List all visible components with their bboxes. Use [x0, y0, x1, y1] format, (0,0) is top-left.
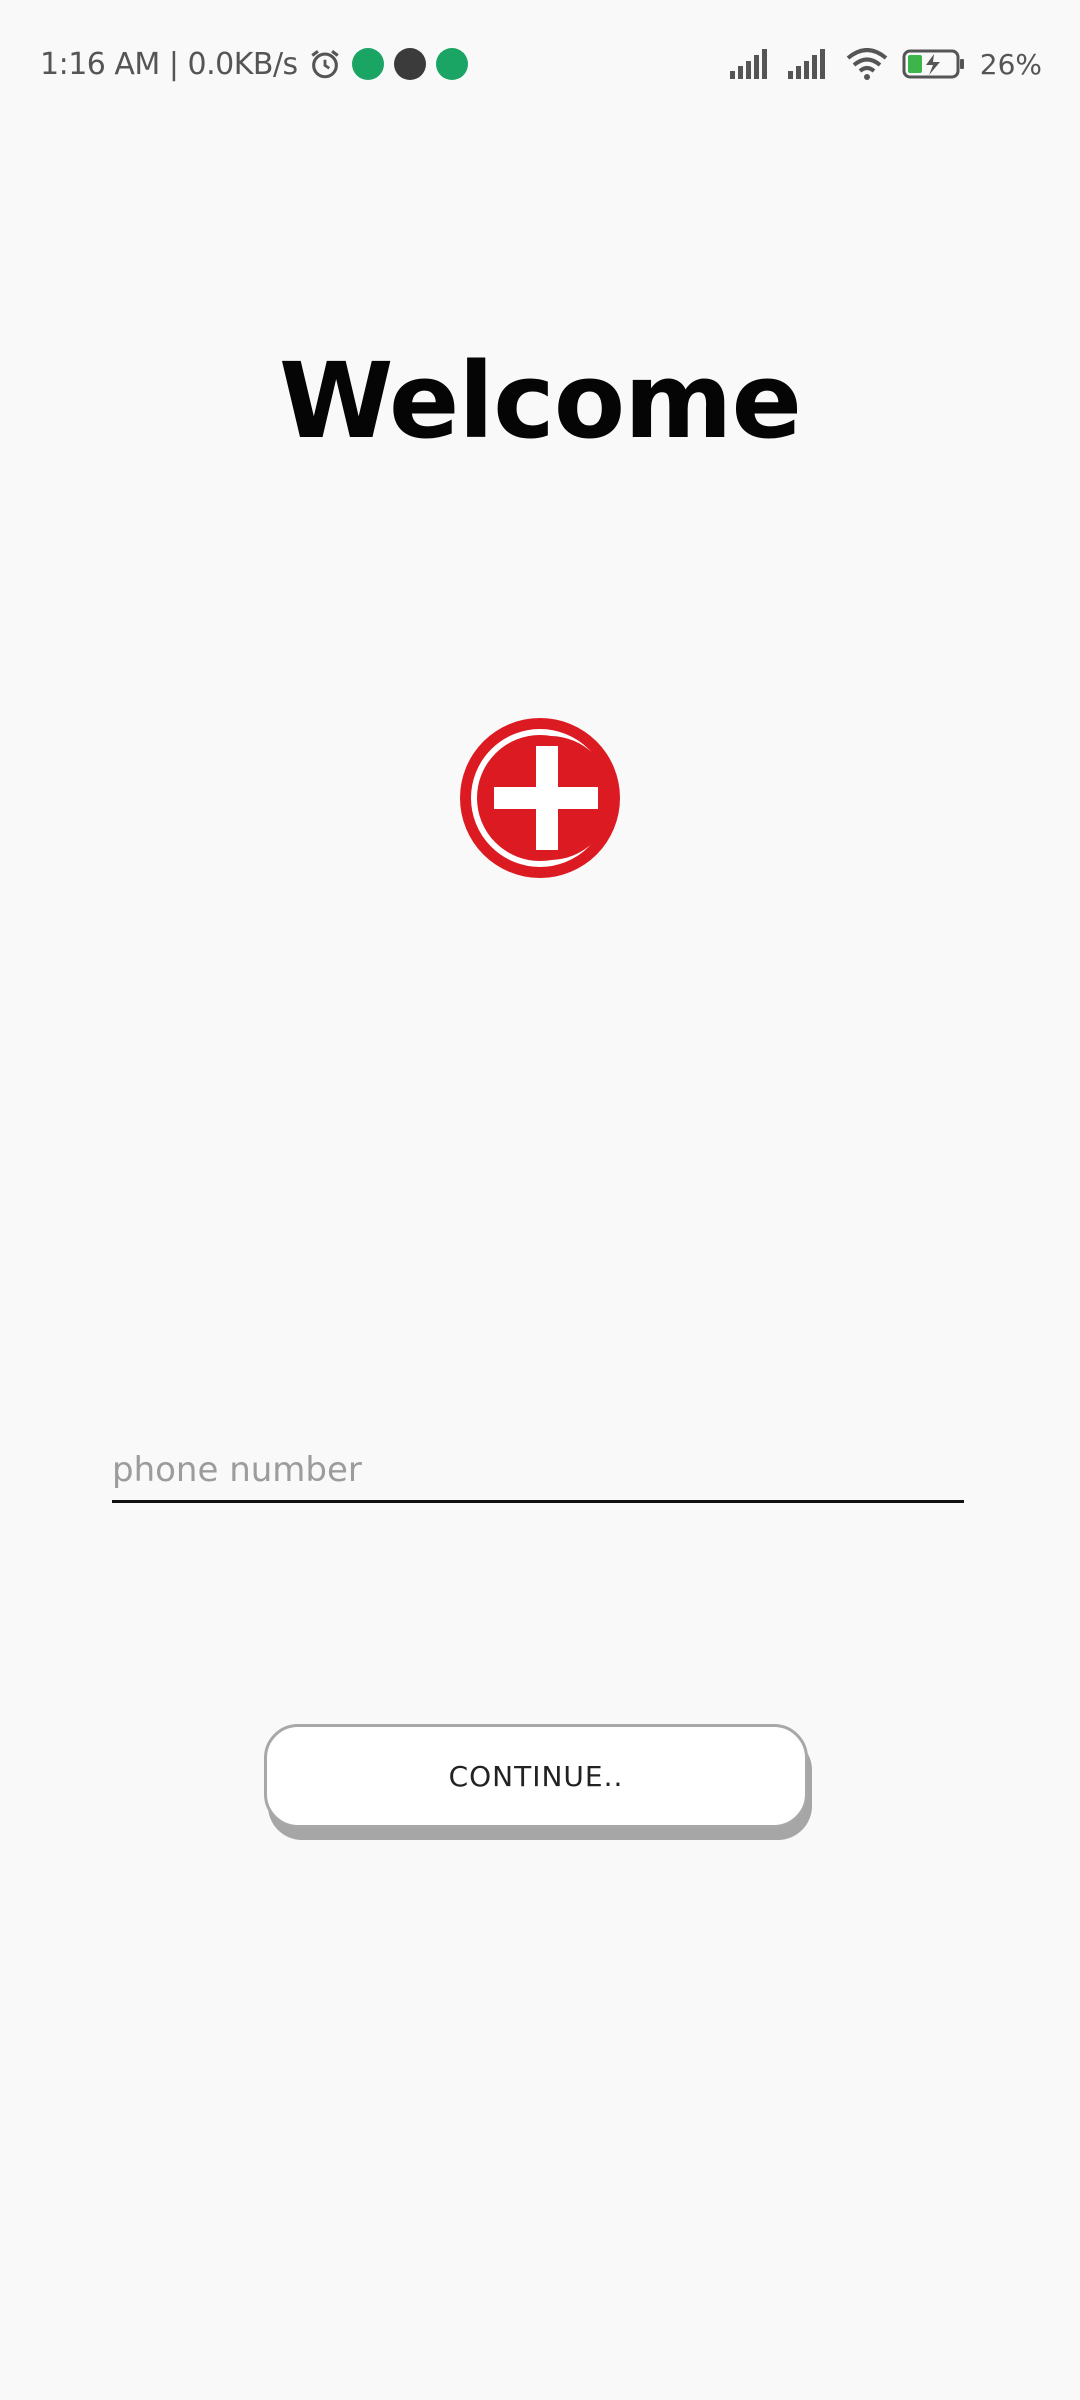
battery-icon — [902, 48, 966, 80]
avatar-notification-icon — [393, 48, 426, 80]
status-time-and-speed: 1:16 AM | 0.0KB/s — [40, 46, 298, 82]
status-right: 26% — [729, 42, 1042, 86]
phone-number-input[interactable] — [112, 1440, 964, 1503]
page-title: Welcome — [278, 340, 802, 462]
status-bar: 1:16 AM | 0.0KB/s 26% — [0, 0, 1080, 130]
alarm-icon — [308, 47, 342, 81]
signal-icon — [787, 49, 832, 79]
signal-icon — [729, 49, 774, 79]
wifi-icon — [846, 48, 888, 80]
screen: 1:16 AM | 0.0KB/s 26% Welcome phone numb… — [0, 0, 1080, 2400]
android-notification-icon — [351, 48, 384, 80]
battery-percent: 26% — [979, 47, 1042, 81]
status-left: 1:16 AM | 0.0KB/s — [40, 42, 468, 86]
continue-button[interactable]: CONTINUE.. — [264, 1724, 808, 1828]
android-notification-icon — [435, 48, 468, 80]
app-logo — [458, 716, 622, 880]
